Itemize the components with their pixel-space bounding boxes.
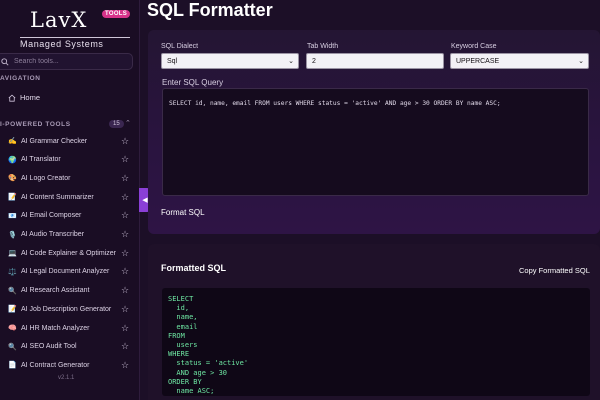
sql-dialect-select[interactable]: Sql ⌄ <box>161 53 299 69</box>
format-sql-button[interactable]: Format SQL <box>161 208 205 217</box>
sidebar-item-home[interactable]: Home <box>8 93 40 102</box>
sidebar: LavX Managed Systems TOOLS AVIGATION Hom… <box>0 0 140 400</box>
tool-label: AI Job Description Generator <box>21 305 112 313</box>
ai-tools-label: I-POWERED TOOLS <box>0 121 71 128</box>
navigation-label: AVIGATION <box>0 75 41 82</box>
sql-query-input[interactable]: SELECT id, name, email FROM users WHERE … <box>162 88 589 196</box>
chevron-down-icon: ⌄ <box>288 58 294 65</box>
tool-icon: ✍️ <box>8 138 17 145</box>
star-icon[interactable]: ☆ <box>121 360 129 371</box>
formatted-sql-title: Formatted SQL <box>161 263 227 273</box>
tools-badge: TOOLS <box>102 10 131 18</box>
sidebar-tool-item[interactable]: ✍️ AI Grammar Checker ☆ <box>0 132 139 150</box>
star-icon[interactable]: ☆ <box>121 192 129 203</box>
page-title: SQL Formatter <box>147 0 273 20</box>
tool-label: AI Content Summarizer <box>21 193 94 201</box>
sidebar-item-home-label: Home <box>20 93 41 102</box>
sql-dialect-label: SQL Dialect <box>161 43 199 50</box>
chevron-down-icon: ⌄ <box>578 58 584 65</box>
tool-icon: 🔍 <box>8 343 17 351</box>
formatted-sql-output[interactable]: SELECT id, name, email FROM users WHERE … <box>162 288 590 396</box>
tool-icon: 📧 <box>8 212 17 220</box>
star-icon[interactable]: ☆ <box>121 229 129 240</box>
star-icon[interactable]: ☆ <box>121 323 129 334</box>
star-icon[interactable]: ☆ <box>121 266 129 277</box>
tool-icon: ⚖️ <box>8 268 17 276</box>
sql-query-label: Enter SQL Query <box>162 78 224 87</box>
keyword-case-value: UPPERCASE <box>456 57 500 65</box>
tool-icon: 🌍 <box>8 156 17 164</box>
sidebar-tool-item[interactable]: 💻 AI Code Explainer & Optimizer ☆ <box>0 244 139 262</box>
sql-dialect-value: Sql <box>167 57 178 65</box>
sidebar-tool-item[interactable]: 📄 AI Contract Generator ☆ <box>0 356 139 374</box>
home-icon <box>8 94 16 102</box>
star-icon[interactable]: ☆ <box>121 173 129 184</box>
sidebar-tool-item[interactable]: 🌍 AI Translator ☆ <box>0 151 139 169</box>
tool-label: AI Legal Document Analyzer <box>21 268 110 276</box>
star-icon[interactable]: ☆ <box>121 136 129 147</box>
sidebar-tool-item[interactable]: 📝 AI Job Description Generator ☆ <box>0 300 139 318</box>
tool-label: AI Grammar Checker <box>21 137 88 145</box>
logo-subtitle: Managed Systems <box>20 37 130 49</box>
sidebar-tool-item[interactable]: 🧠 AI HR Match Analyzer ☆ <box>0 319 139 337</box>
tool-label: AI Audio Transcriber <box>21 231 85 238</box>
tool-icon: 🧠 <box>8 325 17 332</box>
sidebar-tool-item[interactable]: 📧 AI Email Composer ☆ <box>0 207 139 225</box>
keyword-case-label: Keyword Case <box>451 43 497 50</box>
tool-label: AI Research Assistant <box>21 287 90 295</box>
tool-icon: 💻 <box>8 250 17 258</box>
star-icon[interactable]: ☆ <box>121 285 129 296</box>
star-icon[interactable]: ☆ <box>121 304 129 315</box>
tab-width-input[interactable]: 2 <box>306 53 444 69</box>
logo-wordmark: LavX <box>30 8 88 32</box>
sidebar-tool-item[interactable]: 🔍 AI Research Assistant ☆ <box>0 282 139 300</box>
tool-label: AI SEO Audit Tool <box>21 343 77 351</box>
tool-label: AI Logo Creator <box>21 174 71 182</box>
search-icon <box>1 57 9 66</box>
tool-label: AI Translator <box>21 156 61 164</box>
main-content: SQL Formatter SQL Dialect Sql ⌄ Tab Widt… <box>140 0 600 400</box>
star-icon[interactable]: ☆ <box>121 154 129 165</box>
tool-label: AI HR Match Analyzer <box>21 324 90 332</box>
tool-label: AI Contract Generator <box>21 361 90 369</box>
star-icon[interactable]: ☆ <box>121 210 129 221</box>
chevron-up-icon[interactable]: ⌃ <box>125 119 131 127</box>
sidebar-tool-item[interactable]: 🔍 AI SEO Audit Tool ☆ <box>0 338 139 356</box>
app: LavX Managed Systems TOOLS AVIGATION Hom… <box>0 0 600 400</box>
tool-icon: 🔍 <box>8 287 17 295</box>
tool-icon: 🎨 <box>8 175 17 183</box>
version-label: v2.1.1 <box>58 375 75 381</box>
copy-formatted-sql-button[interactable]: Copy Formatted SQL <box>519 266 590 275</box>
tools-count-badge: 15 <box>109 120 124 128</box>
star-icon[interactable]: ☆ <box>121 341 129 352</box>
tool-label: AI Email Composer <box>21 212 82 220</box>
sidebar-tool-item[interactable]: 🎨 AI Logo Creator ☆ <box>0 169 139 187</box>
tool-icon: 📝 <box>8 194 17 202</box>
search-input[interactable] <box>14 58 124 65</box>
search-box[interactable] <box>0 53 133 70</box>
sidebar-tool-item[interactable]: 🎙️ AI Audio Transcriber ☆ <box>0 226 139 244</box>
sidebar-tool-item[interactable]: 📝 AI Content Summarizer ☆ <box>0 188 139 206</box>
star-icon[interactable]: ☆ <box>121 248 129 259</box>
tab-width-label: Tab Width <box>307 43 339 50</box>
tool-label: AI Code Explainer & Optimizer <box>21 249 116 257</box>
tab-width-value: 2 <box>312 57 316 65</box>
tool-icon: 🎙️ <box>8 231 17 239</box>
keyword-case-select[interactable]: UPPERCASE ⌄ <box>450 53 589 69</box>
tool-icon: 📄 <box>8 362 17 370</box>
tool-icon: 📝 <box>8 306 17 314</box>
sidebar-tool-item[interactable]: ⚖️ AI Legal Document Analyzer ☆ <box>0 263 139 281</box>
